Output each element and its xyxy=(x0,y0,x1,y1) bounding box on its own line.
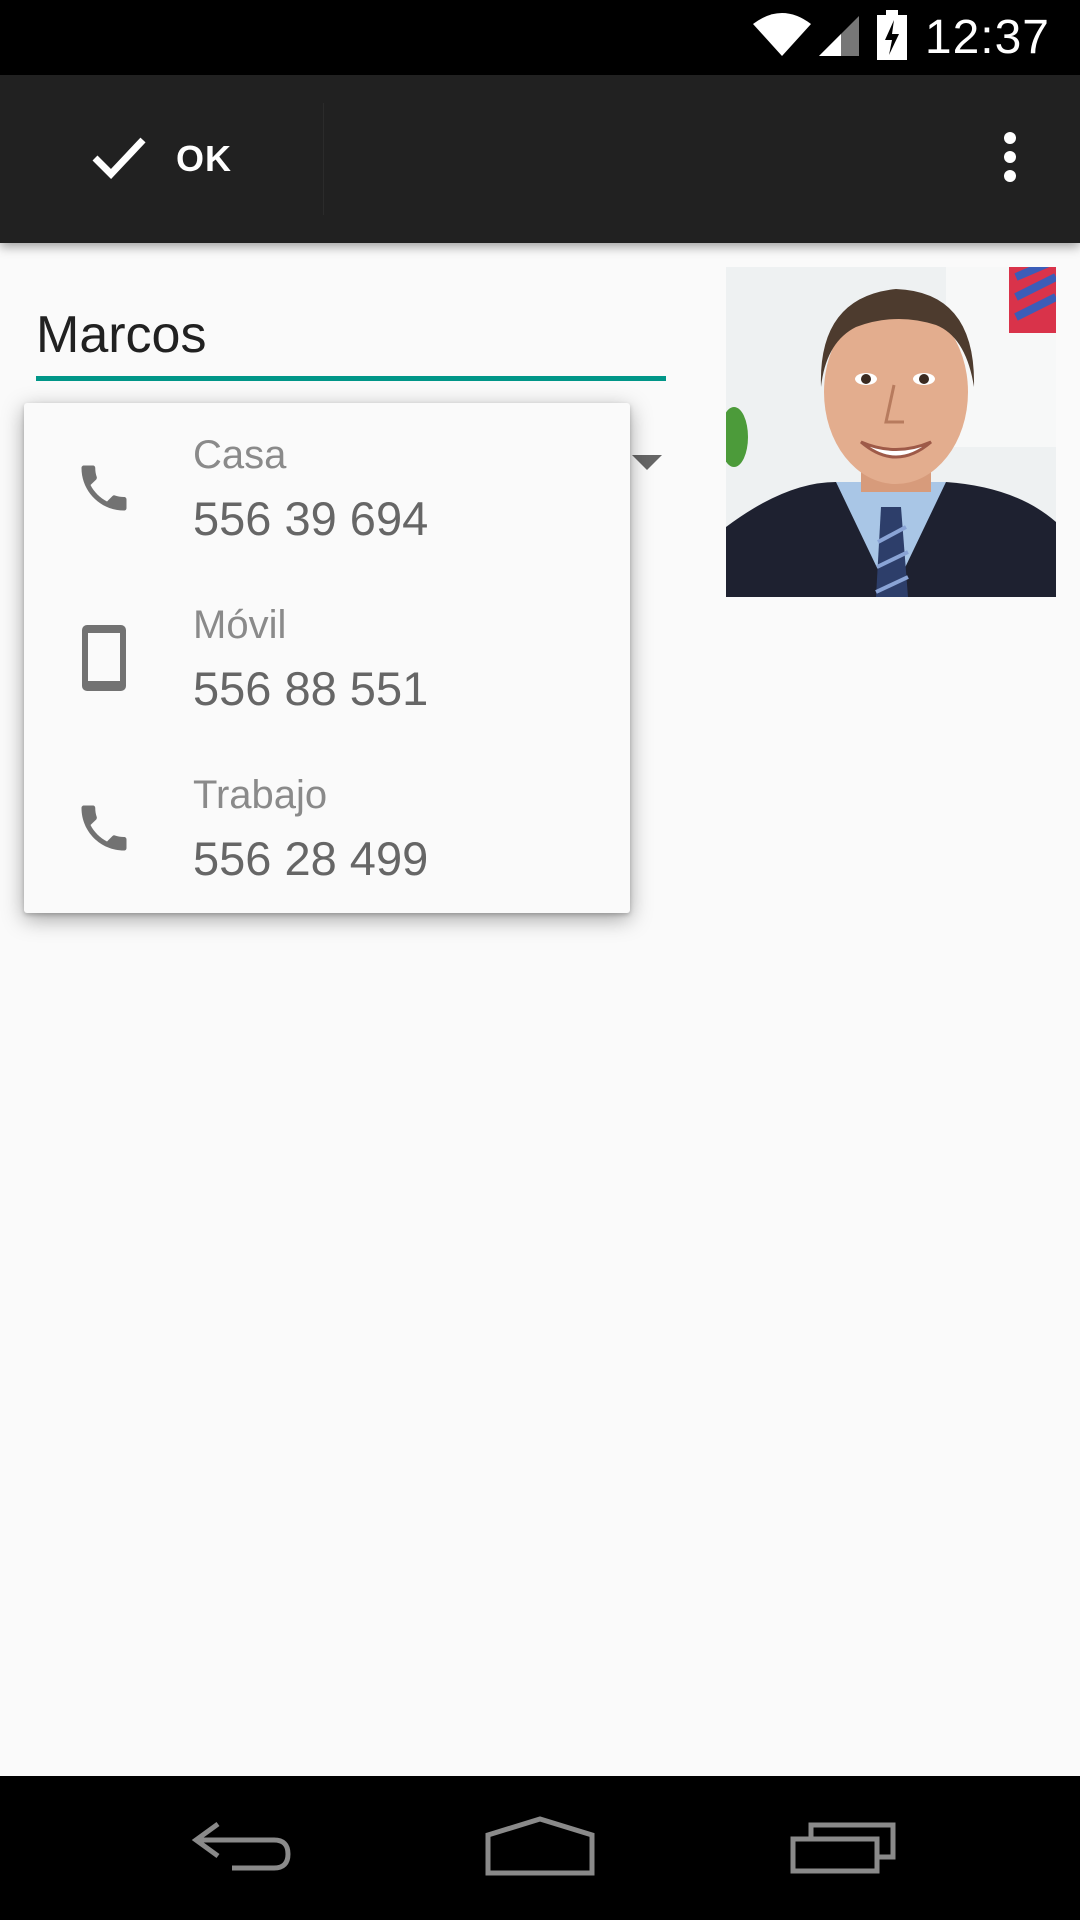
status-icons: 12:37 xyxy=(751,0,1050,75)
dropdown-arrow-icon[interactable] xyxy=(632,455,662,470)
name-input[interactable] xyxy=(36,300,666,370)
recents-button[interactable] xyxy=(768,1798,918,1898)
popup-item-trabajo[interactable]: Trabajo 556 28 499 xyxy=(24,743,630,913)
phone-icon xyxy=(72,456,136,520)
more-vert-icon xyxy=(1002,131,1018,187)
item-type-label: Móvil xyxy=(193,603,287,647)
item-phone-number: 556 28 499 xyxy=(193,832,429,885)
battery-charging-icon xyxy=(876,10,907,65)
home-icon xyxy=(484,1815,596,1882)
navigation-bar xyxy=(0,1776,1080,1920)
home-button[interactable] xyxy=(465,1798,615,1898)
action-bar-divider xyxy=(323,103,324,215)
overflow-menu-button[interactable] xyxy=(970,119,1050,199)
ok-button[interactable]: OK xyxy=(60,75,320,243)
item-phone-number: 556 88 551 xyxy=(193,662,429,715)
name-underline xyxy=(36,376,666,381)
contact-photo[interactable] xyxy=(726,267,1056,597)
back-button[interactable] xyxy=(165,1798,315,1898)
phone-popup-list: Casa 556 39 694 Móvil 556 88 551 Trabajo… xyxy=(24,403,630,913)
signal-icon xyxy=(817,12,861,63)
back-icon xyxy=(188,1818,292,1879)
check-icon xyxy=(92,135,146,184)
phone-icon xyxy=(72,796,136,860)
item-type-label: Trabajo xyxy=(193,773,328,817)
item-type-label: Casa xyxy=(193,433,287,477)
recents-icon xyxy=(789,1817,897,1880)
wifi-icon xyxy=(751,12,813,63)
popup-item-casa[interactable]: Casa 556 39 694 xyxy=(24,403,630,573)
status-time: 12:37 xyxy=(924,11,1050,64)
item-phone-number: 556 39 694 xyxy=(193,492,429,545)
action-bar: OK xyxy=(0,75,1080,243)
smartphone-icon xyxy=(72,625,136,691)
ok-label: OK xyxy=(176,138,232,179)
popup-item-movil[interactable]: Móvil 556 88 551 xyxy=(24,573,630,743)
status-bar: 12:37 xyxy=(0,0,1080,75)
